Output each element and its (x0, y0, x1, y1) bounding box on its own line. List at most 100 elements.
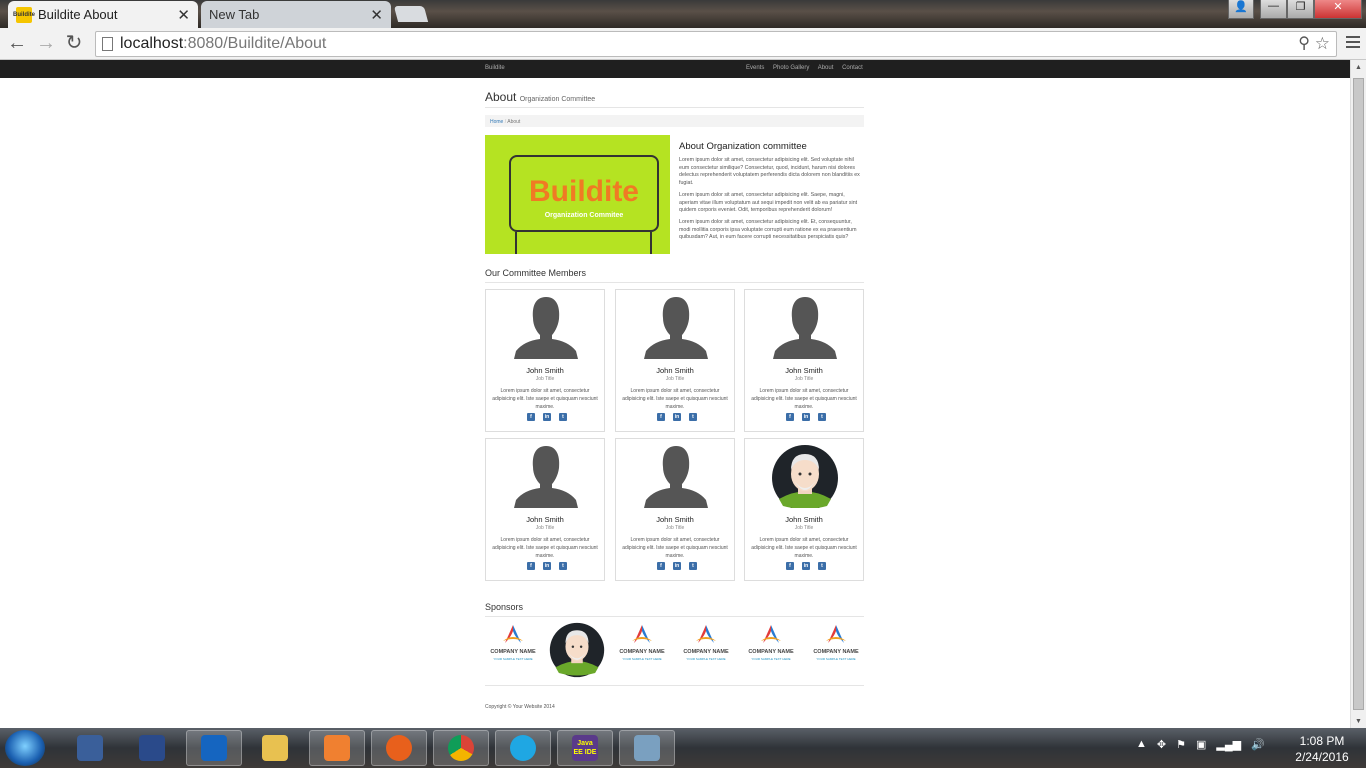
start-button[interactable] (5, 730, 45, 766)
sponsor-logo[interactable]: COMPANY NAME YOUR SAMPLE TEXT HERE (614, 621, 670, 665)
sponsor-logo[interactable]: COMPANY NAME YOUR SAMPLE TEXT HERE (743, 621, 799, 665)
page-title: About Organization Committee (485, 90, 595, 104)
site-brand-link[interactable]: Buildite (485, 65, 505, 71)
close-tab-icon[interactable]: ✕ (177, 6, 190, 24)
member-name: John Smith (526, 366, 564, 375)
device-icon[interactable]: ▣ (1196, 738, 1206, 751)
tab-buildite-about[interactable]: Buildite Buildite About ✕ (8, 1, 198, 28)
breadcrumb-home[interactable]: Home (490, 119, 503, 125)
close-tab-icon[interactable]: ✕ (370, 6, 383, 24)
sponsor-tagline: YOUR SAMPLE TEXT HERE (493, 657, 533, 661)
copyright: Copyright © Your Website 2014 (485, 704, 555, 710)
forward-arrow-icon[interactable]: → (34, 32, 58, 54)
person-silhouette-icon (514, 297, 578, 359)
vertical-scrollbar[interactable]: ▲ ▼ (1350, 60, 1366, 728)
sponsors-heading: Sponsors (485, 602, 524, 612)
taskbar-button[interactable] (247, 730, 303, 766)
taskbar-button[interactable] (309, 730, 365, 766)
sponsor-logo[interactable]: COMPANY NAME YOUR SAMPLE TEXT HERE (485, 621, 541, 665)
facebook-icon[interactable]: f (527, 413, 535, 421)
taskbar-button[interactable] (433, 730, 489, 766)
linkedin-icon[interactable]: in (543, 562, 551, 570)
scrollbar-thumb[interactable] (1353, 78, 1364, 710)
taskbar-button[interactable] (124, 730, 180, 766)
sponsor-name: COMPANY NAME (683, 649, 729, 655)
linkedin-icon[interactable]: in (543, 413, 551, 421)
divider (485, 107, 864, 108)
reload-icon[interactable]: ↻ (62, 32, 86, 54)
twitter-icon[interactable]: t (689, 413, 697, 421)
linkedin-icon[interactable]: in (802, 562, 810, 570)
show-hidden-icons-icon[interactable]: ▲ (1136, 738, 1147, 751)
bookmark-star-icon[interactable]: ☆ (1315, 32, 1330, 56)
clock-time: 1:08 PM (1299, 734, 1345, 748)
chrome-menu-icon[interactable] (1346, 36, 1360, 51)
taskbar-button[interactable] (62, 730, 118, 766)
maximize-button[interactable]: ❐ (1287, 0, 1314, 19)
taskbar-button[interactable] (371, 730, 427, 766)
dropbox-icon[interactable]: ✥ (1157, 738, 1166, 751)
nav-photo-gallery[interactable]: Photo Gallery (773, 65, 809, 71)
facebook-icon[interactable]: f (657, 562, 665, 570)
media-icon (324, 735, 350, 761)
zoom-icon[interactable]: ⚲ (1298, 32, 1310, 56)
volume-icon[interactable]: 🔊 (1251, 738, 1265, 751)
close-window-button[interactable]: ✕ (1314, 0, 1362, 19)
member-description: Lorem ipsum dolor sit amet, consectetur … (751, 537, 857, 559)
twitter-icon[interactable]: t (689, 562, 697, 570)
linkedin-icon[interactable]: in (802, 413, 810, 421)
member-job-title: Job Title (665, 376, 685, 382)
sponsor-logo[interactable]: COMPANY NAME YOUR SAMPLE TEXT HERE (678, 621, 734, 665)
back-arrow-icon[interactable]: ← (5, 32, 29, 54)
new-tab-button[interactable] (393, 6, 429, 22)
laptop-icon (77, 735, 103, 761)
nav-contact[interactable]: Contact (842, 65, 863, 71)
twitter-icon[interactable]: t (559, 562, 567, 570)
scroll-down-icon[interactable]: ▼ (1355, 718, 1362, 725)
facebook-icon[interactable]: f (786, 562, 794, 570)
sponsor-logo[interactable]: COMPANY NAME YOUR SAMPLE TEXT HERE (808, 621, 864, 665)
nav-events[interactable]: Events (746, 65, 764, 71)
member-card: John Smith Job Title Lorem ipsum dolor s… (615, 438, 735, 581)
company-logo-icon (632, 625, 652, 643)
divider (485, 685, 864, 686)
clock-date: 2/24/2016 (1295, 750, 1349, 764)
linkedin-icon[interactable]: in (673, 413, 681, 421)
linkedin-icon[interactable]: in (673, 562, 681, 570)
user-profile-button[interactable]: 👤 (1228, 0, 1254, 19)
twitter-icon[interactable]: t (559, 413, 567, 421)
address-bar[interactable]: localhost:8080/Buildite/About ⚲ ☆ (95, 31, 1337, 57)
divider (485, 282, 864, 283)
system-clock[interactable]: 1:08 PM 2/24/2016 (1282, 733, 1362, 765)
member-description: Lorem ipsum dolor sit amet, consectetur … (492, 388, 598, 410)
action-center-flag-icon[interactable]: ⚑ (1176, 738, 1186, 751)
facebook-icon[interactable]: f (786, 413, 794, 421)
signal-icon[interactable]: ▂▄▆ (1216, 738, 1241, 751)
facebook-icon[interactable]: f (527, 562, 535, 570)
twitter-icon[interactable]: t (818, 562, 826, 570)
taskbar-button[interactable]: Java EE IDE (557, 730, 613, 766)
twitter-icon[interactable]: t (818, 413, 826, 421)
minimize-button[interactable]: — (1260, 0, 1287, 19)
facebook-icon[interactable]: f (657, 413, 665, 421)
taskbar-button[interactable] (619, 730, 675, 766)
taskbar-button[interactable] (186, 730, 242, 766)
scroll-up-icon[interactable]: ▲ (1355, 64, 1362, 71)
sponsor-avatar[interactable] (549, 622, 605, 678)
person-silhouette-icon (773, 297, 837, 359)
buildite-banner-image: Buildite Organization Commitee (485, 135, 670, 254)
sponsor-tagline: YOUR SAMPLE TEXT HERE (686, 657, 726, 661)
member-job-title: Job Title (535, 525, 555, 531)
chrome-icon (448, 735, 474, 761)
member-description: Lorem ipsum dolor sit amet, consectetur … (751, 388, 857, 410)
member-social-links: f in t (657, 562, 697, 570)
taskbar-button[interactable] (495, 730, 551, 766)
sponsor-tagline: YOUR SAMPLE TEXT HERE (622, 657, 662, 661)
tab-title: Buildite About (38, 7, 118, 22)
billboard-leg (515, 232, 517, 254)
nav-about[interactable]: About (818, 65, 834, 71)
person-silhouette-icon (644, 297, 708, 359)
billboard-leg (650, 232, 652, 254)
site-nav-links: Events Photo Gallery About Contact (746, 65, 870, 71)
tab-new-tab[interactable]: New Tab ✕ (201, 1, 391, 28)
